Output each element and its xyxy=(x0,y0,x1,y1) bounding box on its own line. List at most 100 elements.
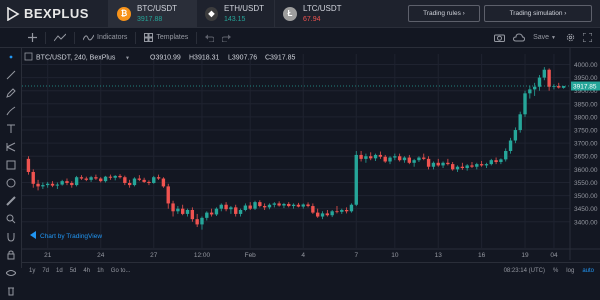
candle-body xyxy=(354,154,358,205)
y-tick-label: 4000.00 xyxy=(574,62,598,69)
range-button[interactable]: 4h xyxy=(83,268,90,274)
ticker-eth-usdt[interactable]: ◆ ETH/USDT 143.15 xyxy=(196,0,274,28)
candle-body xyxy=(166,186,170,204)
auto-toggle[interactable]: auto xyxy=(582,268,594,274)
compare-button[interactable] xyxy=(54,33,66,42)
candle-body xyxy=(142,179,146,182)
undo-button[interactable] xyxy=(205,33,215,42)
candle-body xyxy=(229,207,233,210)
candle-body xyxy=(65,181,69,183)
eye-icon xyxy=(6,270,16,276)
tool-emoji[interactable] xyxy=(0,174,22,192)
tool-zoom-in[interactable] xyxy=(0,210,22,228)
ticker-text: LTC/USDT 67.94 xyxy=(303,3,342,25)
candle xyxy=(132,177,137,187)
trend-line-icon xyxy=(6,70,16,80)
bottom-bar: 1y 7d 1d 5d 4h 1h Go to... 08:23:14 (UTC) % lo… xyxy=(22,262,600,278)
log-toggle[interactable]: log xyxy=(566,268,574,274)
brand-logo[interactable]: BEXPLUS xyxy=(0,0,108,28)
tool-ruler[interactable] xyxy=(0,192,22,210)
range-button[interactable]: Go to... xyxy=(111,268,131,274)
tool-pitchfork[interactable] xyxy=(0,138,22,156)
candle xyxy=(354,151,358,207)
tool-trend-line[interactable] xyxy=(0,66,22,84)
save-button[interactable]: Save ▼ xyxy=(533,34,556,41)
tradingview-watermark[interactable]: Chart by TradingView xyxy=(30,231,102,240)
ticker-symbol: BTC/USDT xyxy=(137,3,177,13)
candle-body xyxy=(494,160,498,163)
candle-body xyxy=(465,165,469,169)
snapshot-button[interactable] xyxy=(494,33,506,42)
ticker-ltc-usdt[interactable]: Ł LTC/USDT 67.94 xyxy=(274,0,352,28)
chevron-down-icon[interactable]: ▼ xyxy=(125,56,130,62)
indicators-button[interactable]: Indicators xyxy=(83,33,127,42)
trash-icon xyxy=(8,287,14,296)
toolbar-divider xyxy=(135,31,137,44)
tool-lock[interactable] xyxy=(0,246,22,264)
compare-icon xyxy=(54,33,66,42)
utc-time: 08:23:14 (UTC) xyxy=(503,267,545,274)
tool-trash[interactable] xyxy=(0,282,22,300)
tool-brush[interactable] xyxy=(0,102,22,120)
settings-button[interactable] xyxy=(566,33,575,42)
trading-rules-button[interactable]: Trading rules › xyxy=(408,5,480,22)
range-button[interactable]: 1y xyxy=(29,268,35,274)
drawing-tools-panel xyxy=(0,48,22,296)
cloud-save-button[interactable] xyxy=(513,33,526,42)
chart-area[interactable]: 3400.00 3450.00 3500.00 3550.00 3600.00 3650.… xyxy=(22,48,600,260)
candle-body xyxy=(451,164,455,170)
chart-background xyxy=(22,48,600,260)
candle-body xyxy=(532,86,537,90)
candle-body xyxy=(161,178,166,187)
candle-body xyxy=(205,212,209,218)
indicators-label: Indicators xyxy=(97,34,128,41)
candle-body xyxy=(99,178,103,182)
candle-body xyxy=(258,202,262,207)
range-button[interactable]: 5d xyxy=(70,268,77,274)
candle-body xyxy=(426,158,431,167)
tool-shapes[interactable] xyxy=(0,156,22,174)
ticker-btc-usdt[interactable]: ₿ BTC/USDT 3917.88 xyxy=(108,0,196,28)
add-symbol-button[interactable] xyxy=(28,33,37,42)
candle xyxy=(161,177,166,188)
brush-icon xyxy=(6,106,16,116)
shapes-icon xyxy=(6,160,16,170)
candle-body xyxy=(455,166,460,170)
templates-label: Templates xyxy=(156,34,189,41)
percent-toggle[interactable]: % xyxy=(553,268,558,274)
ticker-text: ETH/USDT 143.15 xyxy=(224,3,264,25)
templates-button[interactable]: Templates xyxy=(144,33,188,42)
tool-text[interactable] xyxy=(0,120,22,138)
candle-body xyxy=(113,175,117,178)
fullscreen-button[interactable] xyxy=(583,33,592,42)
tool-eye[interactable] xyxy=(0,264,22,282)
price-chart[interactable]: 3400.00 3450.00 3500.00 3550.00 3600.00 3650.… xyxy=(22,48,600,260)
redo-button[interactable] xyxy=(222,33,232,42)
candle-body xyxy=(132,178,137,186)
x-tick-label: 21 xyxy=(44,252,52,259)
candle-body xyxy=(137,178,141,180)
y-tick-label: 3400.00 xyxy=(574,219,598,226)
candle-body xyxy=(431,162,436,167)
tool-crosshair[interactable] xyxy=(0,48,22,66)
range-button[interactable]: 1h xyxy=(97,268,104,274)
candle-body xyxy=(127,182,132,186)
tool-magnet[interactable] xyxy=(0,228,22,246)
candle-body xyxy=(422,157,426,159)
trading-simulation-button[interactable]: Trading simulation › xyxy=(484,5,592,22)
candle-body xyxy=(41,185,45,187)
y-tick-label: 3950.00 xyxy=(574,75,598,82)
candle-body xyxy=(60,181,64,185)
ruler-icon xyxy=(6,196,16,206)
tool-pencil[interactable] xyxy=(0,84,22,102)
redo-icon xyxy=(222,34,232,42)
ticker-text: BTC/USDT 3917.88 xyxy=(137,3,177,25)
range-button[interactable]: 7d xyxy=(42,268,49,274)
candle-body xyxy=(316,212,320,217)
x-tick-label: 24 xyxy=(97,252,105,259)
candle-body xyxy=(325,213,330,216)
undo-icon xyxy=(205,34,215,42)
x-tick-label: 16 xyxy=(478,252,486,259)
range-button[interactable]: 1d xyxy=(56,268,63,274)
cloud-icon xyxy=(513,33,526,42)
